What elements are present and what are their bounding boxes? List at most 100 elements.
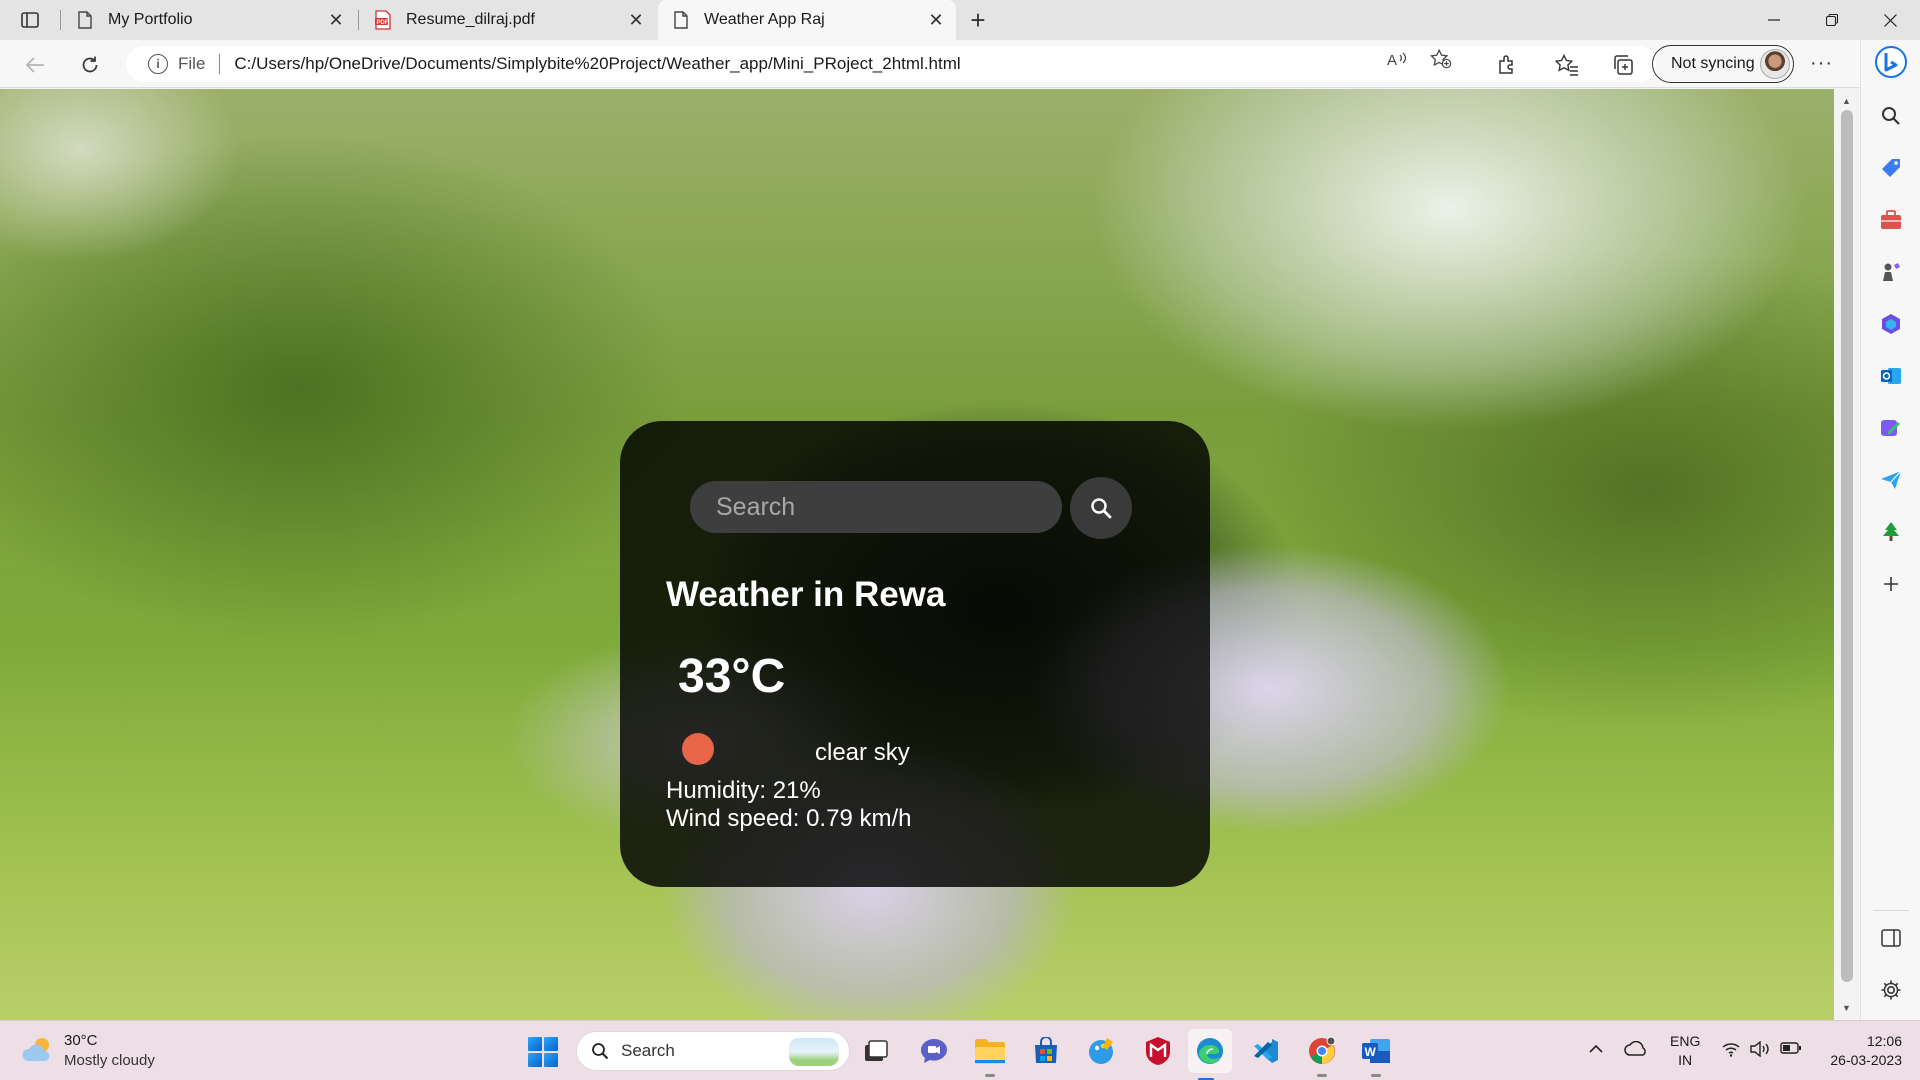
- address-bar[interactable]: i File C:/Users/hp/OneDrive/Documents/Si…: [126, 46, 1656, 82]
- taskbar-search-label: Search: [621, 1041, 675, 1060]
- teams-chat-button[interactable]: [916, 1033, 952, 1069]
- windows-logo-tile: [528, 1037, 542, 1051]
- task-view-button[interactable]: [858, 1033, 894, 1069]
- clock-date: 26-03-2023: [1830, 1052, 1902, 1068]
- tab-actions-icon: [21, 12, 39, 28]
- close-tab-icon[interactable]: ✕: [326, 10, 346, 30]
- tab-title: Weather App Raj: [704, 11, 825, 28]
- weather-card: Weather in Rewa 33°C clear sky Humidity:…: [620, 421, 1210, 887]
- profile-sync-button[interactable]: Not syncing: [1652, 45, 1794, 83]
- search-icon: [591, 1042, 609, 1060]
- file-explorer-button[interactable]: [972, 1033, 1008, 1077]
- language-code: ENG: [1670, 1033, 1701, 1049]
- tab-my-portfolio[interactable]: My Portfolio ✕: [62, 0, 356, 40]
- teams-chat-icon: [921, 1039, 947, 1063]
- battery-icon: [1780, 1042, 1801, 1054]
- navigation-bar: i File C:/Users/hp/OneDrive/Documents/Si…: [0, 40, 1920, 88]
- folder-icon: [975, 1039, 1005, 1064]
- taskbar-weather-desc: Mostly cloudy: [64, 1052, 155, 1069]
- svg-text:A: A: [1387, 52, 1397, 69]
- edge-sidebar: [1860, 40, 1920, 1020]
- edge-icon: [1197, 1038, 1223, 1064]
- tab-resume-pdf[interactable]: PDF Resume_dilraj.pdf ✕: [360, 0, 656, 40]
- collections-icon[interactable]: [1610, 52, 1636, 78]
- svg-text:W: W: [1365, 1045, 1377, 1059]
- drop-editor-icon[interactable]: [1879, 416, 1903, 440]
- tools-briefcase-icon[interactable]: [1879, 208, 1903, 232]
- word-button[interactable]: W: [1358, 1033, 1394, 1077]
- search-icon: [1091, 498, 1112, 519]
- extensions-icon[interactable]: [1494, 52, 1520, 78]
- chrome-button[interactable]: [1304, 1033, 1340, 1077]
- refresh-button[interactable]: [75, 50, 105, 80]
- favorites-icon[interactable]: [1554, 52, 1580, 78]
- bing-chat-icon[interactable]: [1873, 44, 1909, 80]
- taskbar-weather-temp: 30°C: [64, 1032, 98, 1049]
- input-language-indicator[interactable]: ENG IN: [1670, 1032, 1700, 1070]
- show-hidden-icons-chevron-icon[interactable]: [1588, 1041, 1604, 1059]
- scroll-down-arrow-icon[interactable]: ▼: [1842, 1003, 1851, 1013]
- mcafee-button[interactable]: [1140, 1033, 1176, 1069]
- tab-title: My Portfolio: [108, 11, 193, 28]
- tab-bar: My Portfolio ✕ PDF Resume_dilraj.pdf ✕ W…: [0, 0, 1920, 40]
- taskbar-search-box[interactable]: Search: [576, 1031, 850, 1071]
- new-tab-button[interactable]: +: [964, 5, 992, 35]
- edge-browser-button[interactable]: [1188, 1029, 1232, 1080]
- quick-settings-tray[interactable]: [1722, 1041, 1802, 1057]
- send-telegram-icon[interactable]: [1879, 468, 1903, 492]
- scroll-up-arrow-icon[interactable]: ▲: [1842, 96, 1851, 106]
- store-icon: [1035, 1037, 1057, 1063]
- wind-speed-value: Wind speed: 0.79 km/h: [666, 805, 912, 832]
- humidity-value: Humidity: 21%: [666, 777, 821, 804]
- wifi-icon: [1722, 1043, 1740, 1057]
- back-arrow-icon: [25, 57, 44, 73]
- search-box: [690, 481, 1062, 533]
- city-search-input[interactable]: [716, 492, 1036, 522]
- search-button[interactable]: [1070, 477, 1132, 539]
- start-button[interactable]: [528, 1037, 558, 1067]
- sync-status-label: Not syncing: [1671, 55, 1755, 72]
- paint-icon: [1089, 1038, 1113, 1064]
- add-sidebar-app-icon[interactable]: [1879, 572, 1903, 596]
- shopping-tag-icon[interactable]: [1879, 156, 1903, 180]
- close-tab-icon[interactable]: ✕: [626, 10, 646, 30]
- tree-icon[interactable]: [1879, 520, 1903, 544]
- windows-logo-tile: [544, 1053, 558, 1067]
- close-tab-icon[interactable]: ✕: [926, 10, 946, 30]
- read-aloud-icon[interactable]: A: [1386, 48, 1408, 70]
- info-icon[interactable]: i: [148, 54, 168, 74]
- more-options-icon[interactable]: ···: [1810, 52, 1833, 75]
- onedrive-icon[interactable]: [1624, 1040, 1648, 1062]
- tab-weather-app[interactable]: Weather App Raj ✕: [658, 0, 956, 40]
- windows-taskbar: 30°C Mostly cloudy Search W ENG IN 12:06…: [0, 1020, 1920, 1080]
- minimize-icon: [1768, 19, 1780, 21]
- hide-sidebar-icon[interactable]: [1879, 926, 1903, 950]
- page-icon: [672, 10, 690, 30]
- restore-icon: [1826, 14, 1838, 26]
- mcafee-icon: [1146, 1037, 1170, 1065]
- restore-button[interactable]: [1804, 0, 1860, 40]
- back-button[interactable]: [20, 50, 50, 80]
- running-indicator: [985, 1074, 995, 1077]
- microsoft-store-button[interactable]: [1028, 1033, 1064, 1069]
- paint-app-button[interactable]: [1084, 1033, 1120, 1069]
- tab-title: Resume_dilraj.pdf: [406, 11, 535, 28]
- refresh-icon: [82, 56, 98, 73]
- url-text[interactable]: C:/Users/hp/OneDrive/Documents/Simplybit…: [234, 54, 960, 74]
- search-icon[interactable]: [1879, 104, 1903, 128]
- tab-actions-button[interactable]: [14, 8, 46, 32]
- tab-separator: [358, 10, 359, 30]
- settings-gear-icon[interactable]: [1879, 978, 1903, 1002]
- games-icon[interactable]: [1879, 260, 1903, 284]
- outlook-icon[interactable]: [1879, 364, 1903, 388]
- clock-time: 12:06: [1866, 1033, 1902, 1049]
- clock[interactable]: 12:06 26-03-2023: [1822, 1032, 1902, 1070]
- microsoft-365-icon[interactable]: [1879, 312, 1903, 336]
- close-window-button[interactable]: [1862, 0, 1918, 40]
- minimize-button[interactable]: [1746, 0, 1802, 40]
- scrollbar-thumb[interactable]: [1841, 110, 1853, 982]
- page-icon: [76, 10, 94, 30]
- city-heading: Weather in Rewa: [666, 575, 946, 614]
- add-favorite-icon[interactable]: [1430, 48, 1452, 70]
- vscode-button[interactable]: [1248, 1033, 1284, 1069]
